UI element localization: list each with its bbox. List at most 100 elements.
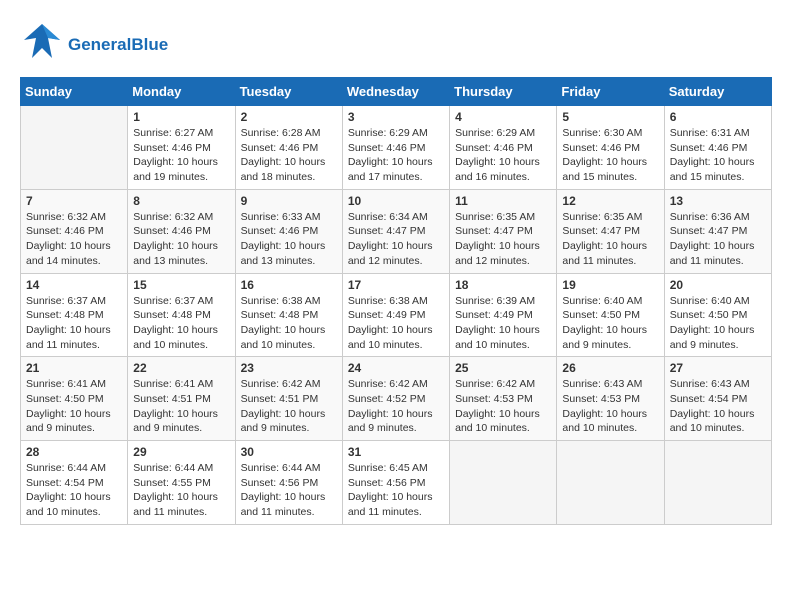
day-info: Sunrise: 6:41 AM Sunset: 4:51 PM Dayligh… — [133, 377, 229, 436]
day-number: 18 — [455, 278, 551, 292]
day-info: Sunrise: 6:36 AM Sunset: 4:47 PM Dayligh… — [670, 210, 766, 269]
day-info: Sunrise: 6:30 AM Sunset: 4:46 PM Dayligh… — [562, 126, 658, 185]
calendar-cell: 7Sunrise: 6:32 AM Sunset: 4:46 PM Daylig… — [21, 189, 128, 273]
day-info: Sunrise: 6:29 AM Sunset: 4:46 PM Dayligh… — [455, 126, 551, 185]
calendar-cell — [557, 441, 664, 525]
calendar-cell: 8 Sunrise: 6:32 AM Sunset: 4:46 PM Daylig… — [128, 189, 235, 273]
day-number: 22 — [133, 361, 229, 375]
day-number: 28 — [26, 445, 122, 459]
day-number: 27 — [670, 361, 766, 375]
day-number: 23 — [241, 361, 337, 375]
calendar-cell: 1 Sunrise: 6:27 AM Sunset: 4:46 PM Daylig… — [128, 106, 235, 190]
day-info: Sunrise: 6:40 AM Sunset: 4:50 PM Dayligh… — [670, 294, 766, 353]
logo-general: General — [68, 35, 131, 54]
header-friday: Friday — [557, 78, 664, 106]
calendar-week-row: 14 Sunrise: 6:37 AM Sunset: 4:48 PM Dayli… — [21, 273, 772, 357]
day-number: 19 — [562, 278, 658, 292]
calendar-cell: 22 Sunrise: 6:41 AM Sunset: 4:51 PM Dayli… — [128, 357, 235, 441]
calendar-cell: 24 Sunrise: 6:42 AM Sunset: 4:52 PM Dayli… — [342, 357, 449, 441]
day-info: Sunrise: 6:38 AM Sunset: 4:49 PM Dayligh… — [348, 294, 444, 353]
calendar-cell: 18 Sunrise: 6:39 AM Sunset: 4:49 PM Dayli… — [450, 273, 557, 357]
day-number: 21 — [26, 361, 122, 375]
calendar-cell: 10 Sunrise: 6:34 AM Sunset: 4:47 PM Dayli… — [342, 189, 449, 273]
logo-text-block: GeneralBlue — [68, 35, 168, 55]
calendar-week-row: 1 Sunrise: 6:27 AM Sunset: 4:46 PM Daylig… — [21, 106, 772, 190]
calendar-week-row: 21 Sunrise: 6:41 AM Sunset: 4:50 PM Dayli… — [21, 357, 772, 441]
day-number: 14 — [26, 278, 122, 292]
day-number: 24 — [348, 361, 444, 375]
day-number: 10 — [348, 194, 444, 208]
header-monday: Monday — [128, 78, 235, 106]
calendar-cell: 21 Sunrise: 6:41 AM Sunset: 4:50 PM Dayli… — [21, 357, 128, 441]
calendar-cell: 27Sunrise: 6:43 AM Sunset: 4:54 PM Dayli… — [664, 357, 771, 441]
day-info: Sunrise: 6:44 AM Sunset: 4:55 PM Dayligh… — [133, 461, 229, 520]
day-info: Sunrise: 6:28 AM Sunset: 4:46 PM Dayligh… — [241, 126, 337, 185]
calendar-cell — [664, 441, 771, 525]
calendar-cell: 19 Sunrise: 6:40 AM Sunset: 4:50 PM Dayli… — [557, 273, 664, 357]
page-header: GeneralBlue — [20, 20, 772, 69]
logo: GeneralBlue — [20, 20, 168, 69]
header-sunday: Sunday — [21, 78, 128, 106]
day-number: 20 — [670, 278, 766, 292]
calendar-cell: 15 Sunrise: 6:37 AM Sunset: 4:48 PM Dayli… — [128, 273, 235, 357]
calendar-cell: 5Sunrise: 6:30 AM Sunset: 4:46 PM Daylig… — [557, 106, 664, 190]
day-info: Sunrise: 6:41 AM Sunset: 4:50 PM Dayligh… — [26, 377, 122, 436]
calendar-cell: 26 Sunrise: 6:43 AM Sunset: 4:53 PM Dayli… — [557, 357, 664, 441]
day-info: Sunrise: 6:33 AM Sunset: 4:46 PM Dayligh… — [241, 210, 337, 269]
header-wednesday: Wednesday — [342, 78, 449, 106]
day-number: 26 — [562, 361, 658, 375]
day-info: Sunrise: 6:35 AM Sunset: 4:47 PM Dayligh… — [562, 210, 658, 269]
day-info: Sunrise: 6:29 AM Sunset: 4:46 PM Dayligh… — [348, 126, 444, 185]
day-number: 9 — [241, 194, 337, 208]
calendar-week-row: 28 Sunrise: 6:44 AM Sunset: 4:54 PM Dayli… — [21, 441, 772, 525]
calendar-cell: 3 Sunrise: 6:29 AM Sunset: 4:46 PM Daylig… — [342, 106, 449, 190]
day-number: 1 — [133, 110, 229, 124]
day-info: Sunrise: 6:43 AM Sunset: 4:53 PM Dayligh… — [562, 377, 658, 436]
day-number: 29 — [133, 445, 229, 459]
day-info: Sunrise: 6:44 AM Sunset: 4:54 PM Dayligh… — [26, 461, 122, 520]
day-info: Sunrise: 6:27 AM Sunset: 4:46 PM Dayligh… — [133, 126, 229, 185]
day-info: Sunrise: 6:37 AM Sunset: 4:48 PM Dayligh… — [133, 294, 229, 353]
calendar-cell: 29 Sunrise: 6:44 AM Sunset: 4:55 PM Dayli… — [128, 441, 235, 525]
day-number: 11 — [455, 194, 551, 208]
calendar-cell: 20 Sunrise: 6:40 AM Sunset: 4:50 PM Dayli… — [664, 273, 771, 357]
day-info: Sunrise: 6:44 AM Sunset: 4:56 PM Dayligh… — [241, 461, 337, 520]
day-info: Sunrise: 6:42 AM Sunset: 4:52 PM Dayligh… — [348, 377, 444, 436]
calendar-table: SundayMondayTuesdayWednesdayThursdayFrid… — [20, 77, 772, 525]
day-info: Sunrise: 6:45 AM Sunset: 4:56 PM Dayligh… — [348, 461, 444, 520]
day-info: Sunrise: 6:32 AM Sunset: 4:46 PM Dayligh… — [133, 210, 229, 269]
header-saturday: Saturday — [664, 78, 771, 106]
logo-icon — [20, 20, 64, 69]
day-number: 30 — [241, 445, 337, 459]
day-info: Sunrise: 6:39 AM Sunset: 4:49 PM Dayligh… — [455, 294, 551, 353]
day-info: Sunrise: 6:37 AM Sunset: 4:48 PM Dayligh… — [26, 294, 122, 353]
day-info: Sunrise: 6:40 AM Sunset: 4:50 PM Dayligh… — [562, 294, 658, 353]
day-number: 6 — [670, 110, 766, 124]
calendar-cell: 13Sunrise: 6:36 AM Sunset: 4:47 PM Dayli… — [664, 189, 771, 273]
calendar-cell: 11 Sunrise: 6:35 AM Sunset: 4:47 PM Dayli… — [450, 189, 557, 273]
calendar-cell — [450, 441, 557, 525]
day-number: 31 — [348, 445, 444, 459]
day-number: 3 — [348, 110, 444, 124]
calendar-cell: 9 Sunrise: 6:33 AM Sunset: 4:46 PM Daylig… — [235, 189, 342, 273]
day-info: Sunrise: 6:38 AM Sunset: 4:48 PM Dayligh… — [241, 294, 337, 353]
day-number: 25 — [455, 361, 551, 375]
day-number: 17 — [348, 278, 444, 292]
day-info: Sunrise: 6:32 AM Sunset: 4:46 PM Dayligh… — [26, 210, 122, 269]
calendar-cell: 17 Sunrise: 6:38 AM Sunset: 4:49 PM Dayli… — [342, 273, 449, 357]
calendar-cell: 12Sunrise: 6:35 AM Sunset: 4:47 PM Dayli… — [557, 189, 664, 273]
day-info: Sunrise: 6:35 AM Sunset: 4:47 PM Dayligh… — [455, 210, 551, 269]
day-info: Sunrise: 6:42 AM Sunset: 4:53 PM Dayligh… — [455, 377, 551, 436]
calendar-cell: 16 Sunrise: 6:38 AM Sunset: 4:48 PM Dayli… — [235, 273, 342, 357]
day-number: 4 — [455, 110, 551, 124]
day-info: Sunrise: 6:42 AM Sunset: 4:51 PM Dayligh… — [241, 377, 337, 436]
calendar-cell: 25 Sunrise: 6:42 AM Sunset: 4:53 PM Dayli… — [450, 357, 557, 441]
calendar-cell: 31 Sunrise: 6:45 AM Sunset: 4:56 PM Dayli… — [342, 441, 449, 525]
day-info: Sunrise: 6:31 AM Sunset: 4:46 PM Dayligh… — [670, 126, 766, 185]
day-info: Sunrise: 6:34 AM Sunset: 4:47 PM Dayligh… — [348, 210, 444, 269]
day-number: 8 — [133, 194, 229, 208]
day-number: 16 — [241, 278, 337, 292]
calendar-header-row: SundayMondayTuesdayWednesdayThursdayFrid… — [21, 78, 772, 106]
day-number: 15 — [133, 278, 229, 292]
calendar-cell — [21, 106, 128, 190]
